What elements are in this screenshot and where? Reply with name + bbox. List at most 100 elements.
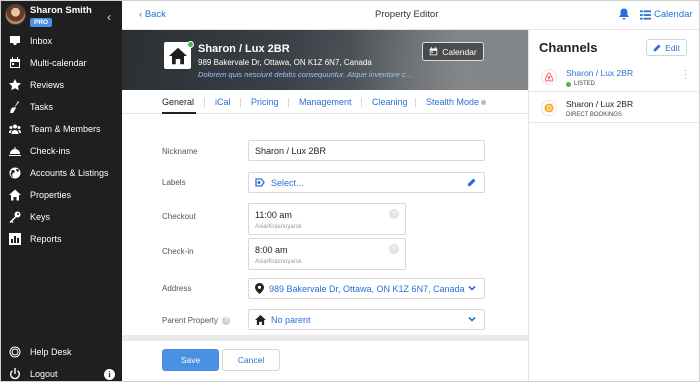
home-icon	[255, 314, 266, 325]
power-icon	[8, 368, 22, 380]
parent-property-value: No parent	[271, 314, 311, 325]
sidebar-item-label: Reports	[30, 234, 62, 244]
user-profile[interactable]: Sharon Smith PRO ‹	[5, 4, 117, 28]
checkin-time-input[interactable]: 8:00 am Asia/Krasnoyarsk ◷	[248, 238, 406, 270]
clock-icon: ◷	[389, 244, 399, 254]
channels-title: Channels	[539, 40, 598, 55]
lifebuoy-icon	[8, 346, 22, 358]
back-button[interactable]: ‹ Back	[139, 9, 166, 20]
user-name: Sharon Smith	[30, 5, 92, 16]
sidebar-item-label: Logout	[30, 369, 58, 379]
channel-name[interactable]: Sharon / Lux 2BR	[566, 99, 633, 109]
edit-pencil-icon[interactable]	[467, 178, 476, 187]
general-form: Nickname Sharon / Lux 2BR Labels Select.…	[122, 114, 528, 335]
more-options-icon[interactable]: · · ·	[684, 66, 687, 83]
property-calendar-button[interactable]: Calendar	[422, 42, 484, 61]
checkout-time-input[interactable]: 11:00 am Asia/Krasnoyarsk ◷	[248, 203, 406, 235]
sidebar-item-logout[interactable]: Logout i	[0, 363, 122, 382]
editor-tabs: General iCal Pricing Management Cleaning…	[122, 90, 528, 114]
save-button[interactable]: Save	[162, 349, 219, 371]
sidebar-item-tasks[interactable]: Tasks	[0, 96, 122, 118]
labels-label: Labels	[162, 178, 186, 187]
channel-row-airbnb[interactable]: Sharon / Lux 2BR LISTED · · ·	[529, 62, 700, 92]
checkout-time-value: 11:00 am	[255, 210, 292, 220]
tab-cleaning[interactable]: Cleaning	[372, 97, 408, 107]
sidebar-item-label: Multi-calendar	[30, 58, 87, 68]
notification-bell-icon[interactable]	[618, 8, 630, 20]
sidebar-item-label: Help Desk	[30, 347, 72, 357]
sidebar-item-properties[interactable]: Properties	[0, 184, 122, 206]
calendar-link-label: Calendar	[654, 9, 693, 20]
channel-name[interactable]: Sharon / Lux 2BR	[566, 68, 633, 78]
nickname-input[interactable]: Sharon / Lux 2BR	[248, 140, 485, 161]
sidebar-item-label: Tasks	[30, 102, 54, 112]
sidebar-item-help-desk[interactable]: Help Desk	[0, 341, 122, 363]
chevron-down-icon	[468, 284, 476, 292]
form-footer: Save Cancel	[122, 340, 528, 382]
checkin-timezone: Asia/Krasnoyarsk	[255, 259, 302, 265]
channels-panel: Channels Edit Sharon / Lux 2BR LISTED · ·…	[528, 30, 700, 382]
parent-property-label-text: Parent Property	[162, 316, 219, 325]
tab-pricing[interactable]: Pricing	[251, 97, 279, 107]
calendar-link[interactable]: Calendar	[640, 9, 693, 20]
key-icon	[8, 211, 22, 223]
checkin-label: Check-in	[162, 247, 194, 256]
clock-icon: ◷	[389, 209, 399, 219]
tag-icon	[255, 178, 265, 187]
tab-divider	[240, 98, 241, 107]
nickname-label: Nickname	[162, 147, 198, 156]
parent-property-select[interactable]: No parent	[248, 309, 485, 330]
sidebar: Sharon Smith PRO ‹ Inbox Multi-calendar …	[0, 0, 122, 382]
star-icon	[8, 79, 22, 91]
calendar-list-icon	[640, 9, 651, 20]
sidebar-bottom: Help Desk Logout i	[0, 341, 122, 382]
channel-row-direct[interactable]: Sharon / Lux 2BR DIRECT BOOKINGS	[529, 93, 700, 123]
sidebar-item-team[interactable]: Team & Members	[0, 118, 122, 140]
sidebar-item-label: Keys	[30, 212, 51, 222]
checkin-time-value: 8:00 am	[255, 245, 288, 255]
help-icon[interactable]: ?	[222, 316, 231, 325]
cancel-button[interactable]: Cancel	[222, 349, 280, 371]
property-description[interactable]: Dolorem quis nesciunt debitis consequunt…	[198, 70, 412, 79]
bell-service-icon	[8, 145, 22, 157]
pro-badge: PRO	[30, 18, 53, 27]
calendar-icon	[8, 57, 22, 69]
sidebar-item-reports[interactable]: Reports	[0, 228, 122, 250]
calendar-icon	[430, 47, 438, 56]
sidebar-item-reviews[interactable]: Reviews	[0, 74, 122, 96]
address-select[interactable]: 989 Bakervale Dr, Ottawa, ON K1Z 6N7, Ca…	[248, 278, 485, 299]
calendar-button-label: Calendar	[442, 46, 477, 57]
home-icon	[8, 189, 22, 201]
sidebar-item-label: Properties	[30, 190, 72, 200]
sidebar-item-inbox[interactable]: Inbox	[0, 30, 122, 52]
tab-management[interactable]: Management	[299, 97, 352, 107]
property-header: Sharon / Lux 2BR 989 Bakervale Dr, Ottaw…	[122, 30, 528, 90]
back-label: Back	[144, 9, 166, 20]
sidebar-item-accounts[interactable]: Accounts & Listings	[0, 162, 122, 184]
edit-channels-button[interactable]: Edit	[646, 39, 687, 56]
collapse-sidebar-icon[interactable]: ‹	[107, 10, 111, 24]
tab-stealth-label: Stealth Mode	[426, 97, 480, 107]
labels-placeholder: Select...	[271, 177, 304, 188]
tab-divider	[288, 98, 289, 107]
sidebar-item-keys[interactable]: Keys	[0, 206, 122, 228]
tab-stealth-mode[interactable]: Stealth Mode	[426, 97, 487, 107]
labels-select[interactable]: Select...	[248, 172, 485, 193]
edit-label: Edit	[665, 42, 680, 53]
channel-status-label: LISTED	[574, 81, 596, 87]
sidebar-item-check-ins[interactable]: Check-ins	[0, 140, 122, 162]
property-name: Sharon / Lux 2BR	[198, 43, 290, 55]
checkout-label: Checkout	[162, 212, 196, 221]
pencil-icon	[653, 43, 661, 51]
channel-status: LISTED	[566, 81, 595, 87]
tab-general[interactable]: General	[162, 97, 194, 107]
inbox-icon	[8, 35, 22, 47]
listed-status-dot	[566, 81, 571, 87]
top-bar: ‹ Back Property Editor Calendar	[122, 0, 700, 30]
tab-ical[interactable]: iCal	[215, 97, 231, 107]
checkout-timezone: Asia/Krasnoyarsk	[255, 224, 302, 230]
avatar	[5, 4, 26, 25]
info-icon[interactable]: i	[104, 368, 115, 380]
stealth-status-dot	[481, 100, 487, 106]
sidebar-item-multi-calendar[interactable]: Multi-calendar	[0, 52, 122, 74]
